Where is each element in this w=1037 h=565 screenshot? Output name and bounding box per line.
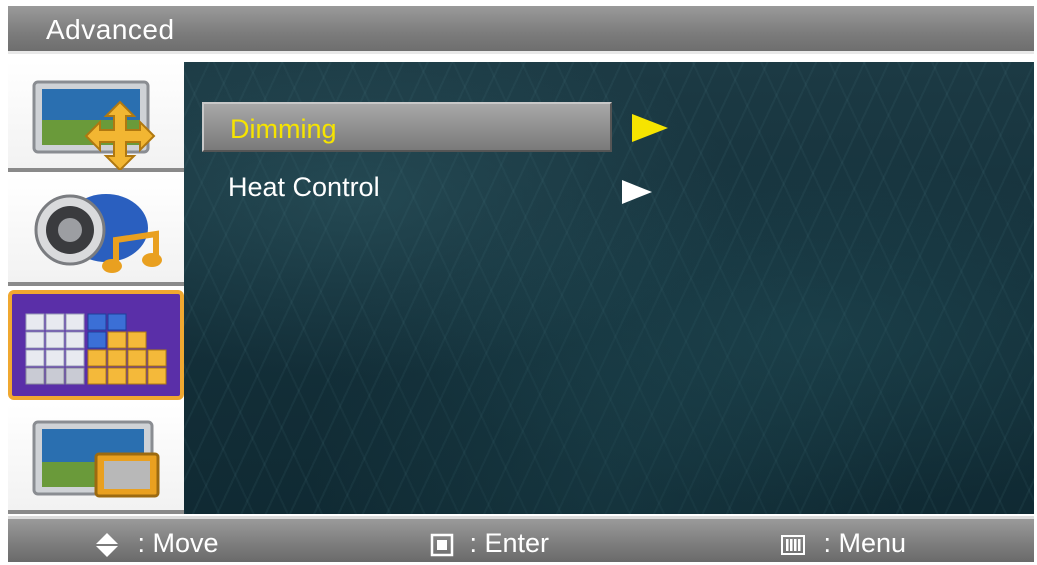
menu-item-heat-control[interactable]: Heat Control xyxy=(202,162,612,212)
hint-enter-label: : Enter xyxy=(469,528,550,558)
sidebar-item-picture[interactable] xyxy=(8,62,184,172)
hint-move-label: : Move xyxy=(137,528,219,558)
menu-item-label: Dimming xyxy=(230,114,337,144)
page-title: Advanced xyxy=(46,14,175,45)
sound-icon xyxy=(34,194,162,273)
hint-enter: : Enter xyxy=(430,528,549,559)
menu-item-dimming[interactable]: Dimming xyxy=(202,102,612,152)
pip-icon xyxy=(32,420,160,498)
enter-icon xyxy=(430,533,454,557)
sidebar-item-advanced[interactable] xyxy=(8,290,184,400)
sidebar-item-pip[interactable] xyxy=(8,404,184,514)
hint-menu: : Menu xyxy=(780,528,906,559)
menu-item-label: Heat Control xyxy=(228,172,380,202)
submenu-arrow-icon xyxy=(632,114,668,142)
sidebar xyxy=(8,62,184,514)
advanced-setup-icon xyxy=(25,313,167,385)
picture-size-icon xyxy=(32,80,156,170)
menu-panel: Dimming Heat Control xyxy=(184,62,1034,514)
hint-bar: : Move : Enter : Menu xyxy=(8,516,1034,562)
updown-icon xyxy=(96,532,118,557)
hint-menu-label: : Menu xyxy=(823,528,907,558)
hint-move: : Move xyxy=(94,528,219,559)
osd-screen: Advanced Dimming Heat Control: Move: E… xyxy=(0,0,1037,565)
submenu-arrow-icon xyxy=(622,180,652,204)
title-bar: Advanced xyxy=(8,6,1034,54)
menu-icon xyxy=(781,534,805,555)
sidebar-item-sound[interactable] xyxy=(8,176,184,286)
